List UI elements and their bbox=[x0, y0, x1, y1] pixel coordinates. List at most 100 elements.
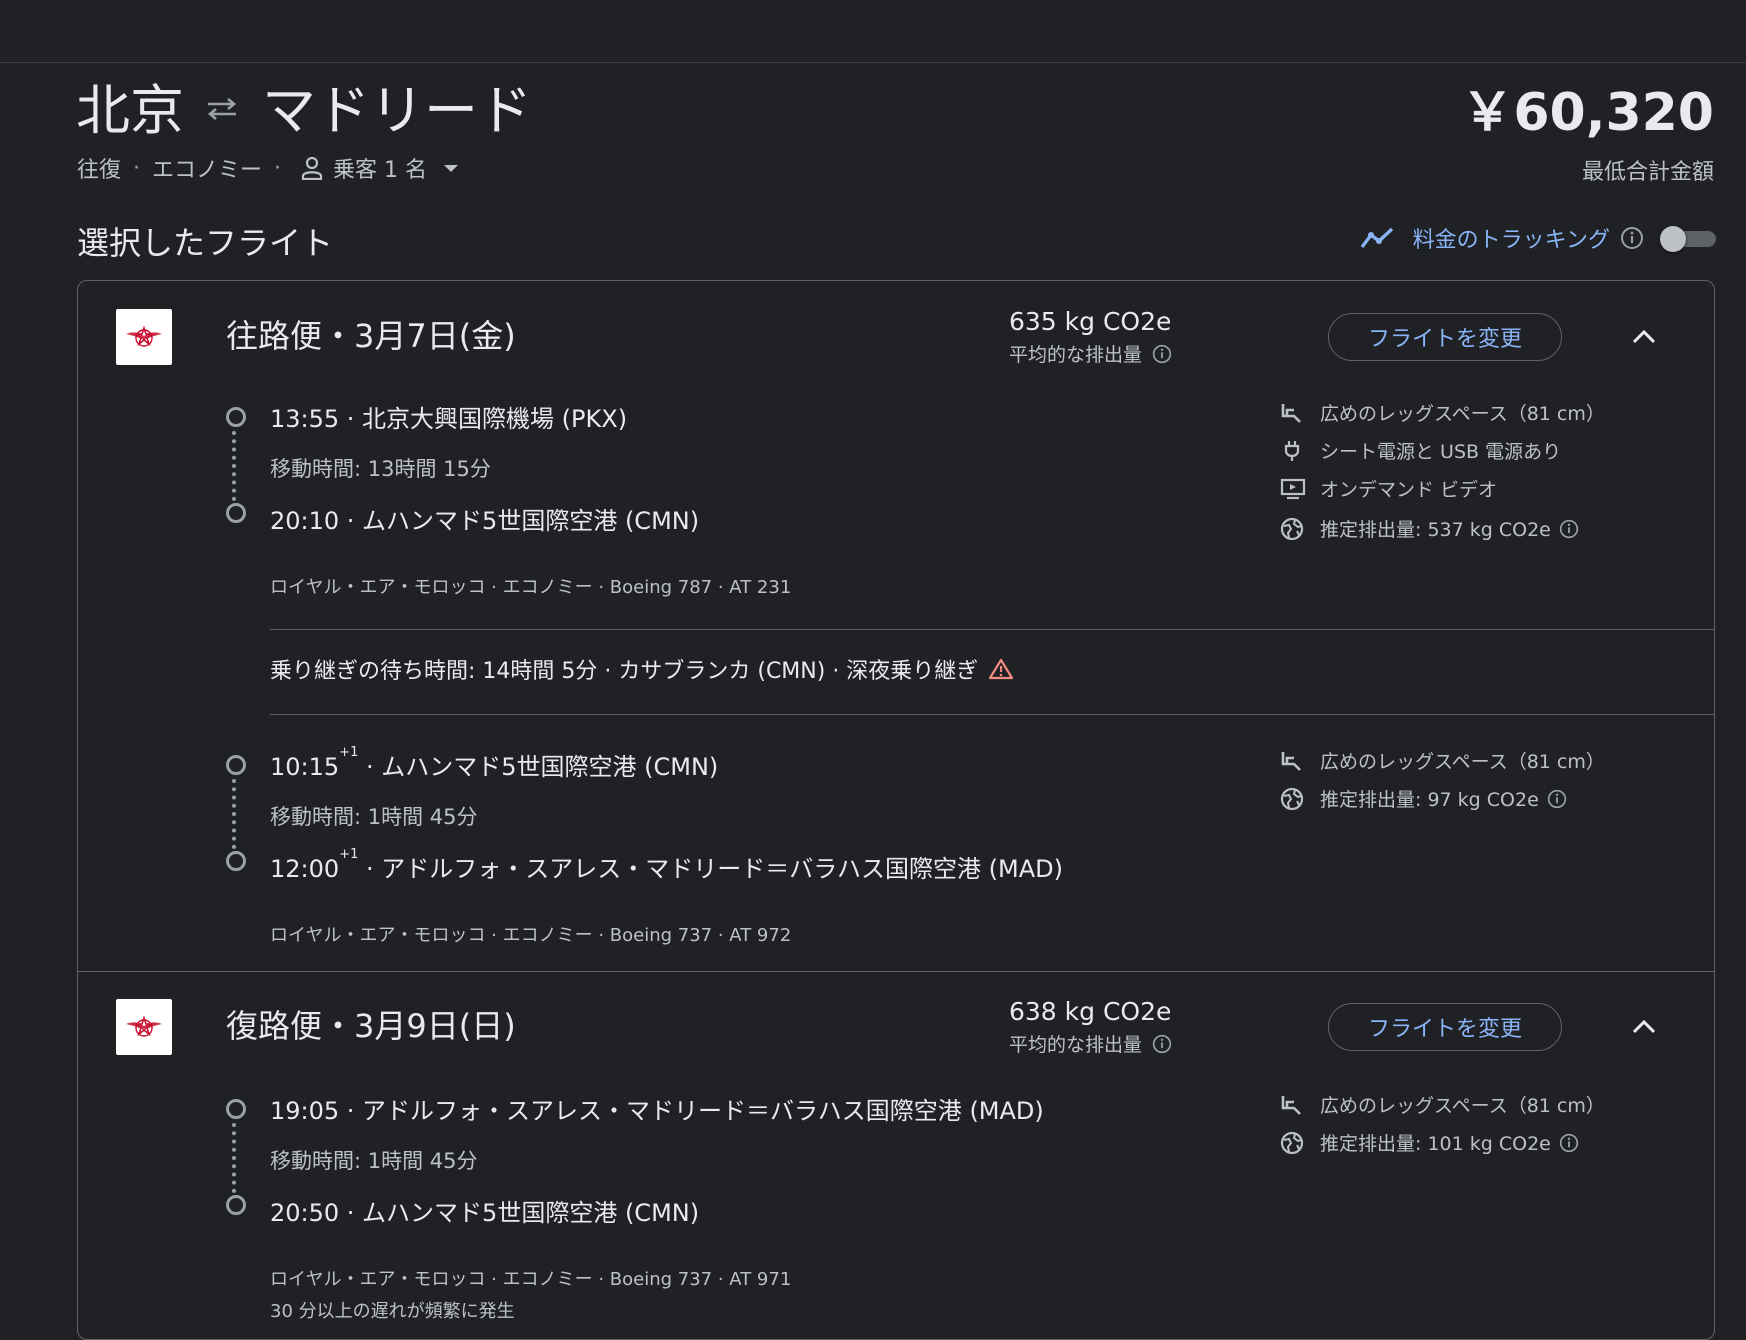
price-label: 最低合計金額 bbox=[1581, 160, 1714, 185]
swap-arrows-icon bbox=[204, 96, 240, 122]
layover-text: 乗り継ぎの待ち時間: 14時間 5分 · カサブランカ (CMN) · 深夜乗り… bbox=[270, 659, 979, 684]
leg-divider bbox=[78, 971, 1714, 972]
video-screen-icon bbox=[1280, 478, 1308, 500]
total-price: ￥60,320 bbox=[1461, 83, 1714, 143]
change-return-button[interactable]: フライトを変更 bbox=[1328, 1003, 1562, 1051]
day-offset: +1 bbox=[339, 745, 359, 760]
globe-icon bbox=[1280, 517, 1308, 541]
person-icon bbox=[301, 156, 323, 180]
co2-label: 平均的な排出量 bbox=[1009, 1034, 1143, 1056]
price-tracking-toggle[interactable] bbox=[1660, 226, 1716, 252]
amenity-legroom: 広めのレッグスペース（81 cm） bbox=[1280, 747, 1605, 774]
route-dots bbox=[232, 779, 240, 849]
price-tracking: 料金のトラッキング bbox=[1359, 222, 1716, 254]
change-outbound-button[interactable]: フライトを変更 bbox=[1328, 313, 1562, 361]
info-icon[interactable] bbox=[1559, 519, 1579, 539]
segment-meta: ロイヤル・エア・モロッコ · エコノミー · Boeing 737 · AT 9… bbox=[270, 1269, 792, 1290]
seat-icon bbox=[1280, 402, 1308, 424]
outbound-co2: 635 kg CO2e 平均的な排出量 bbox=[1009, 307, 1172, 367]
segment-departure: 10:15+1 · ムハンマド5世国際空港 (CMN) bbox=[270, 745, 719, 782]
info-icon[interactable] bbox=[1620, 226, 1644, 250]
departure-dot bbox=[226, 1099, 246, 1119]
amenity-legroom: 広めのレッグスペース（81 cm） bbox=[1280, 399, 1605, 426]
day-offset: +1 bbox=[339, 847, 359, 862]
amenity-text: 推定排出量: 97 kg CO2e bbox=[1320, 789, 1539, 811]
seat-icon bbox=[1280, 1094, 1308, 1116]
co2-value: 638 kg CO2e bbox=[1009, 997, 1172, 1026]
arrival-dot bbox=[226, 1195, 246, 1215]
trip-options: 往復 · エコノミー · 乗客 1 名 bbox=[77, 152, 459, 184]
segment-duration: 移動時間: 1時間 45分 bbox=[270, 1149, 478, 1173]
info-icon[interactable] bbox=[1559, 1133, 1579, 1153]
segment-arrival: 12:00+1 · アドルフォ・スアレス・マドリード＝バラハス国際空港 (MAD… bbox=[270, 847, 1063, 884]
info-icon[interactable] bbox=[1152, 344, 1172, 364]
amenity-emissions: 推定排出量: 97 kg CO2e bbox=[1280, 785, 1567, 812]
trending-icon bbox=[1359, 226, 1397, 250]
departure-time: 10:15 bbox=[270, 753, 340, 781]
amenity-text: オンデマンド ビデオ bbox=[1320, 479, 1498, 501]
segment-departure: 19:05 · アドルフォ・スアレス・マドリード＝バラハス国際空港 (MAD) bbox=[270, 1097, 1044, 1125]
warning-icon bbox=[988, 658, 1014, 680]
amenity-emissions: 推定排出量: 101 kg CO2e bbox=[1280, 1129, 1579, 1156]
outbound-heading: 往路便・3月7日(金) bbox=[226, 317, 516, 355]
layover-info: 乗り継ぎの待ち時間: 14時間 5分 · カサブランカ (CMN) · 深夜乗り… bbox=[270, 653, 1014, 685]
route-dots bbox=[232, 431, 240, 501]
arrival-time: 12:00 bbox=[270, 855, 340, 883]
section-title: 選択したフライト bbox=[77, 224, 334, 262]
info-icon[interactable] bbox=[1547, 789, 1567, 809]
amenity-video: オンデマンド ビデオ bbox=[1280, 475, 1497, 502]
return-heading: 復路便・3月9日(日) bbox=[226, 1007, 516, 1045]
selected-flights-card: 往路便・3月7日(金) 635 kg CO2e 平均的な排出量 フライトを変更 … bbox=[77, 280, 1715, 1340]
divider bbox=[270, 714, 1715, 715]
amenity-text: シート電源と USB 電源あり bbox=[1320, 441, 1562, 463]
delay-note: 30 分以上の遅れが頻繁に発生 bbox=[270, 1301, 515, 1322]
arrival-dot bbox=[226, 851, 246, 871]
chevron-up-icon[interactable] bbox=[1628, 321, 1660, 353]
segment-arrival: 20:10 · ムハンマド5世国際空港 (CMN) bbox=[270, 507, 700, 535]
seat-icon bbox=[1280, 750, 1308, 772]
departure-dot bbox=[226, 755, 246, 775]
tracking-label: 料金のトラッキング bbox=[1412, 228, 1610, 253]
co2-label-row: 平均的な排出量 bbox=[1009, 1030, 1172, 1057]
airline-logo bbox=[116, 309, 172, 365]
destination-city: マドリード bbox=[262, 79, 532, 142]
globe-icon bbox=[1280, 787, 1308, 811]
amenity-text: 広めのレッグスペース（81 cm） bbox=[1320, 751, 1605, 773]
route-dots bbox=[232, 1123, 240, 1193]
arrival-dot bbox=[226, 503, 246, 523]
co2-value: 635 kg CO2e bbox=[1009, 307, 1172, 336]
passenger-count[interactable]: 乗客 1 名 bbox=[333, 152, 427, 184]
chevron-up-icon[interactable] bbox=[1628, 1011, 1660, 1043]
amenity-emissions: 推定排出量: 537 kg CO2e bbox=[1280, 515, 1579, 542]
amenity-text: 広めのレッグスペース（81 cm） bbox=[1320, 403, 1605, 425]
departure-place: · ムハンマド5世国際空港 (CMN) bbox=[358, 753, 719, 781]
co2-label-row: 平均的な排出量 bbox=[1009, 340, 1172, 367]
globe-icon bbox=[1280, 1131, 1308, 1155]
amenity-text: 推定排出量: 101 kg CO2e bbox=[1320, 1133, 1551, 1155]
caret-down-icon[interactable] bbox=[443, 163, 459, 173]
amenity-text: 推定排出量: 537 kg CO2e bbox=[1320, 519, 1551, 541]
top-bar bbox=[0, 0, 1746, 63]
return-co2: 638 kg CO2e 平均的な排出量 bbox=[1009, 997, 1172, 1057]
info-icon[interactable] bbox=[1152, 1034, 1172, 1054]
separator: · bbox=[274, 155, 282, 181]
amenity-power: シート電源と USB 電源あり bbox=[1280, 437, 1561, 464]
arrival-place: · アドルフォ・スアレス・マドリード＝バラハス国際空港 (MAD) bbox=[358, 855, 1063, 883]
trip-type[interactable]: 往復 bbox=[77, 152, 121, 184]
amenity-legroom: 広めのレッグスペース（81 cm） bbox=[1280, 1091, 1605, 1118]
departure-dot bbox=[226, 407, 246, 427]
segment-meta: ロイヤル・エア・モロッコ · エコノミー · Boeing 737 · AT 9… bbox=[270, 925, 792, 946]
segment-meta: ロイヤル・エア・モロッコ · エコノミー · Boeing 787 · AT 2… bbox=[270, 577, 792, 598]
separator: · bbox=[133, 155, 141, 181]
cabin-class[interactable]: エコノミー bbox=[152, 152, 262, 184]
origin-city: 北京 bbox=[76, 79, 184, 142]
toggle-thumb bbox=[1660, 226, 1686, 252]
segment-departure: 13:55 · 北京大興国際機場 (PKX) bbox=[270, 405, 628, 433]
co2-label: 平均的な排出量 bbox=[1009, 344, 1143, 366]
divider bbox=[270, 629, 1715, 630]
plug-icon bbox=[1280, 439, 1308, 463]
amenity-text: 広めのレッグスペース（81 cm） bbox=[1320, 1095, 1605, 1117]
route-title: 北京 マドリード bbox=[76, 66, 532, 145]
segment-arrival: 20:50 · ムハンマド5世国際空港 (CMN) bbox=[270, 1199, 700, 1227]
airline-logo bbox=[116, 999, 172, 1055]
